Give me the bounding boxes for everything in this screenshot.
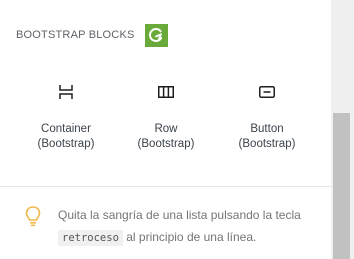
tip-text: Quita la sangría de una lista pulsando l… xyxy=(58,208,301,246)
block-container-bootstrap[interactable]: Container (Bootstrap) xyxy=(16,80,116,152)
row-icon xyxy=(154,80,178,104)
tip-keyboard-key: retroceso xyxy=(58,230,123,246)
divider xyxy=(0,186,331,187)
category-title: BOOTSTRAP BLOCKS xyxy=(16,29,135,41)
category-header: BOOTSTRAP BLOCKS xyxy=(16,23,168,47)
block-row-bootstrap[interactable]: Row (Bootstrap) xyxy=(116,80,216,152)
bootstrap-blocks-logo-icon xyxy=(144,23,168,47)
button-icon xyxy=(255,80,279,104)
block-button-bootstrap[interactable]: Button (Bootstrap) xyxy=(217,80,317,152)
block-inserter-panel: BOOTSTRAP BLOCKS Container (Bootstrap) R… xyxy=(0,0,331,259)
block-label: Button (Bootstrap) xyxy=(238,123,296,150)
tip: Quita la sangría de una lista pulsando l… xyxy=(22,204,322,249)
lightbulb-icon xyxy=(22,204,44,228)
block-label: Row (Bootstrap) xyxy=(137,123,195,150)
scrollbar[interactable] xyxy=(331,0,354,259)
container-icon xyxy=(54,80,78,104)
block-label: Container (Bootstrap) xyxy=(37,123,95,150)
block-list: Container (Bootstrap) Row (Bootstrap) Bu… xyxy=(0,80,331,160)
scrollbar-thumb[interactable] xyxy=(333,113,350,259)
